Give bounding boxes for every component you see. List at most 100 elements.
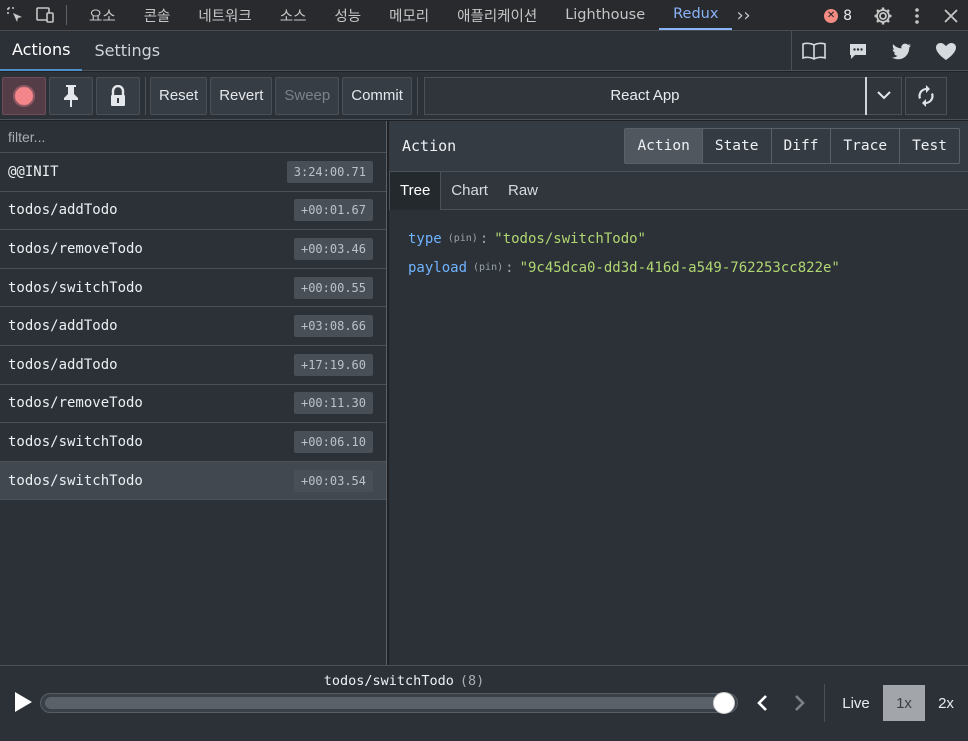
tree-key[interactable]: payload [408, 260, 467, 276]
action-tree: type (pin) : "todos/switchTodo" payload … [389, 210, 968, 665]
settings-gear-icon[interactable] [866, 1, 900, 31]
instance-select[interactable]: React App [423, 76, 902, 115]
revert-button[interactable]: Revert [210, 76, 273, 115]
pin-link[interactable]: (pin) [473, 262, 503, 273]
action-row[interactable]: todos/addTodo +00:01.67 [0, 192, 386, 231]
action-row[interactable]: todos/addTodo +17:19.60 [0, 346, 386, 385]
tab-actions[interactable]: Actions [0, 31, 83, 71]
action-name: todos/addTodo [8, 202, 118, 219]
action-timestamp[interactable]: +00:00.55 [293, 276, 373, 299]
tab-elements[interactable]: 요소 [75, 0, 130, 30]
twitter-icon[interactable] [880, 31, 924, 71]
action-timestamp[interactable]: +00:01.67 [293, 199, 373, 222]
toolbar-divider [66, 5, 67, 25]
action-timestamp[interactable]: +17:19.60 [293, 353, 373, 376]
speed-1x-button[interactable]: 1x [883, 685, 925, 721]
device-toolbar-icon[interactable] [30, 0, 60, 30]
action-row[interactable]: todos/switchTodo +00:00.55 [0, 269, 386, 308]
record-toggle-button[interactable] [2, 76, 46, 115]
slider-action-index: (8) [459, 673, 485, 689]
action-row[interactable]: todos/removeTodo +00:11.30 [0, 385, 386, 424]
monitor-toolbar: Reset Revert Sweep Commit React App [0, 72, 968, 120]
tab-action[interactable]: Action [625, 129, 702, 163]
slider-track[interactable] [40, 692, 738, 714]
documentation-book-icon[interactable] [792, 31, 836, 71]
previous-action-icon[interactable] [750, 690, 774, 716]
action-row[interactable]: @@INIT 3:24:00.71 [0, 153, 386, 192]
next-action-icon[interactable] [788, 690, 812, 716]
kebab-menu-icon[interactable] [900, 1, 934, 31]
action-name: todos/addTodo [8, 318, 118, 335]
record-icon [15, 86, 33, 105]
slider-fill [45, 697, 724, 709]
action-row[interactable]: todos/removeTodo +00:03.46 [0, 230, 386, 269]
tab-application[interactable]: 애플리케이션 [443, 0, 551, 30]
tree-node: type (pin) : "todos/switchTodo" [408, 224, 949, 253]
lock-button[interactable] [96, 76, 140, 115]
slider-divider [824, 684, 825, 722]
tab-trace[interactable]: Trace [830, 129, 899, 163]
tab-tree[interactable]: Tree [389, 171, 442, 210]
slider-action-label: todos/switchTodo (8) [0, 673, 808, 689]
action-row-selected[interactable]: todos/switchTodo +00:03.54 [0, 461, 386, 501]
tab-performance[interactable]: 성능 [320, 0, 375, 30]
tab-test[interactable]: Test [899, 129, 959, 163]
tab-settings[interactable]: Settings [82, 31, 172, 71]
pin-icon [64, 84, 78, 107]
pin-link[interactable]: (pin) [448, 233, 478, 244]
tab-lighthouse[interactable]: Lighthouse [551, 0, 659, 30]
more-tabs-icon[interactable]: › › [732, 5, 753, 26]
action-name: todos/switchTodo [8, 433, 143, 450]
heart-icon[interactable] [924, 31, 968, 71]
sweep-button[interactable]: Sweep [275, 76, 340, 115]
tab-sources[interactable]: 소스 [266, 0, 321, 30]
lock-icon [111, 84, 125, 106]
tree-node: payload (pin) : "9c45dca0-dd3d-416d-a549… [408, 253, 949, 282]
tree-value: "9c45dca0-dd3d-416d-a549-762253cc822e" [519, 259, 840, 276]
tab-network[interactable]: 네트워크 [184, 0, 265, 30]
action-name: todos/removeTodo [8, 395, 143, 412]
tree-colon: : [505, 259, 514, 276]
action-timestamp[interactable]: +00:11.30 [293, 392, 373, 415]
play-icon[interactable] [12, 690, 36, 714]
instance-select-value: React App [610, 87, 680, 104]
tab-chart[interactable]: Chart [441, 172, 498, 210]
sync-button[interactable] [904, 76, 947, 115]
live-button[interactable]: Live [836, 685, 876, 721]
inspector-panel: Action Action State Diff Trace Test Tree… [389, 121, 968, 665]
speed-2x-button[interactable]: 2x [930, 685, 962, 721]
redux-header: Actions Settings [0, 31, 968, 71]
commit-button[interactable]: Commit [342, 76, 412, 115]
action-timestamp[interactable]: +00:03.46 [293, 237, 373, 260]
action-timestamp[interactable]: 3:24:00.71 [286, 160, 373, 183]
toolbar-divider [145, 76, 146, 115]
slider-thumb[interactable] [713, 692, 735, 714]
close-icon[interactable] [934, 1, 968, 31]
tab-redux[interactable]: Redux [659, 0, 733, 30]
inspect-element-icon[interactable] [0, 0, 30, 30]
error-counter[interactable]: ✕ 8 [824, 8, 852, 24]
tab-console[interactable]: 콘솔 [130, 0, 185, 30]
tree-key[interactable]: type [408, 231, 442, 247]
inspector-header: Action Action State Diff Trace Test [389, 121, 968, 172]
feedback-chat-icon[interactable] [836, 31, 880, 71]
slider-action-name: todos/switchTodo [323, 673, 454, 689]
tab-diff[interactable]: Diff [770, 129, 831, 163]
tree-value: "todos/switchTodo" [494, 230, 646, 247]
action-timestamp[interactable]: +00:06.10 [293, 430, 373, 453]
action-row[interactable]: todos/switchTodo +00:06.10 [0, 423, 386, 462]
tab-raw[interactable]: Raw [498, 172, 548, 210]
error-count: 8 [843, 7, 852, 24]
action-timestamp[interactable]: +00:03.54 [293, 469, 373, 492]
action-timestamp[interactable]: +03:08.66 [293, 315, 373, 338]
tab-memory[interactable]: 메모리 [375, 0, 443, 30]
devtools-tab-bar: 요소 콘솔 네트워크 소스 성능 메모리 애플리케이션 Lighthouse R… [0, 0, 968, 31]
tree-colon: : [479, 230, 489, 247]
tab-state[interactable]: State [701, 129, 771, 163]
reset-button[interactable]: Reset [150, 76, 208, 115]
toolbar-divider [416, 76, 418, 115]
action-name: todos/switchTodo [8, 472, 143, 489]
action-row[interactable]: todos/addTodo +03:08.66 [0, 307, 386, 346]
pin-button[interactable] [49, 76, 93, 115]
filter-input[interactable]: filter... [0, 121, 386, 153]
